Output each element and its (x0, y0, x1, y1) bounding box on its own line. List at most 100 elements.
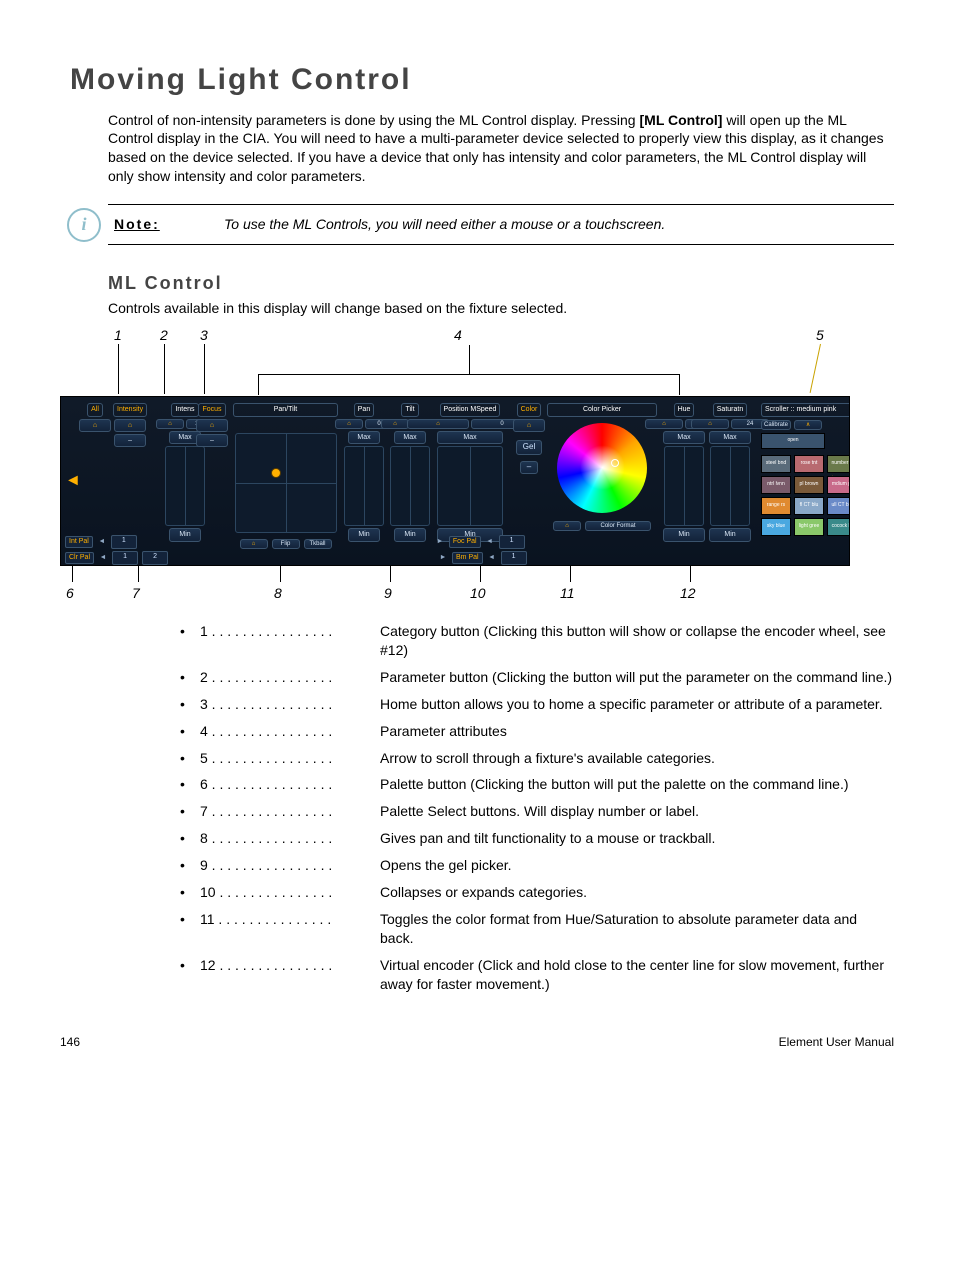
pal-nav-left[interactable]: ◄ (487, 553, 497, 562)
figure: 1 2 3 4 5 ◄ ► All ⌂ Intensity ⌂ – Intens… (60, 326, 894, 602)
max-button[interactable]: Max (394, 431, 426, 444)
collapse-button[interactable]: – (114, 434, 146, 447)
max-button[interactable]: Max (348, 431, 380, 444)
color-format-button[interactable]: Color Format (585, 521, 651, 531)
intens-header[interactable]: Intens (171, 403, 198, 416)
palette-slot[interactable]: 1 (111, 535, 137, 549)
legend-num: 7 . . . . . . . . . . . . . . . . (200, 802, 380, 821)
colorpicker-header[interactable]: Color Picker (547, 403, 657, 416)
foc-pal-button[interactable]: Foc Pal (449, 536, 481, 547)
callout-11: 11 (560, 584, 575, 603)
xy-pad[interactable] (235, 433, 337, 533)
swatch[interactable]: number g (827, 455, 850, 473)
home-button[interactable]: ⌂ (335, 419, 363, 429)
virtual-encoder[interactable] (390, 446, 430, 526)
swatch-open[interactable]: open (761, 433, 825, 449)
swatch[interactable]: ntrl lvnn (761, 476, 791, 494)
category-all[interactable]: All ⌂ (79, 403, 111, 432)
callout-3: 3 (200, 326, 208, 345)
virtual-encoder[interactable] (437, 446, 503, 526)
bm-pal-button[interactable]: Bm Pal (452, 552, 483, 563)
all-header[interactable]: All (87, 403, 103, 416)
intro-1: Control of non-intensity parameters is d… (108, 112, 640, 128)
home-button[interactable]: ⌂ (645, 419, 683, 429)
gel-button[interactable]: Gel (516, 440, 542, 455)
home-button[interactable]: ⌂ (691, 419, 729, 429)
min-button[interactable]: Min (709, 528, 751, 541)
palette-slot[interactable]: 2 (142, 551, 168, 565)
hue-header[interactable]: Hue (674, 403, 695, 416)
palette-slot[interactable]: 1 (112, 551, 138, 565)
scroll-left-arrow[interactable]: ◄ (65, 470, 81, 492)
callout-5: 5 (816, 326, 824, 345)
swatch[interactable]: rose tnt (794, 455, 824, 473)
swatch[interactable]: steel bnd (761, 455, 791, 473)
virtual-encoder[interactable] (344, 446, 384, 526)
home-button[interactable]: ⌂ (553, 521, 581, 531)
calibrate-button[interactable]: Calibrate (761, 420, 791, 430)
swatch[interactable]: ull CT blu (827, 497, 850, 515)
legend-num: 1 . . . . . . . . . . . . . . . . (200, 622, 380, 641)
home-button[interactable]: ⌂ (114, 419, 146, 432)
home-button[interactable]: ⌂ (407, 419, 469, 429)
ml-control-key: [ML Control] (640, 112, 723, 128)
collapse-button[interactable]: – (196, 434, 228, 447)
sub-title: ML Control (108, 271, 894, 295)
scroller-header[interactable]: Scroller :: medium pink (761, 403, 850, 416)
home-button[interactable]: ⌂ (156, 419, 184, 429)
legend-desc: Category button (Clicking this button wi… (380, 622, 894, 660)
max-button[interactable]: Max (709, 431, 751, 444)
palette-slot[interactable]: 1 (501, 551, 527, 565)
pantilt-header[interactable]: Pan/Tilt (233, 403, 338, 416)
pal-nav-left[interactable]: ◄ (98, 553, 108, 562)
color-wheel[interactable] (557, 423, 647, 513)
home-button[interactable]: ⌂ (79, 419, 111, 432)
pal-nav-left[interactable]: ◄ (97, 537, 107, 546)
min-button[interactable]: Min (663, 528, 705, 541)
pal-nav-right[interactable]: ► (435, 537, 445, 546)
sat-header[interactable]: Saturatn (713, 403, 747, 416)
callout-12: 12 (680, 584, 696, 603)
swatch[interactable]: mdium pi (827, 476, 850, 494)
virtual-encoder[interactable] (165, 446, 205, 526)
category-focus[interactable]: Focus ⌂ – (196, 403, 228, 447)
palette-slot[interactable]: 1 (499, 535, 525, 549)
pan-header[interactable]: Pan (354, 403, 374, 416)
int-pal-button[interactable]: Int Pal (65, 536, 93, 547)
virtual-encoder[interactable] (710, 446, 750, 526)
focus-header[interactable]: Focus (198, 403, 225, 416)
home-button[interactable]: ⌂ (196, 419, 228, 432)
tilt-header[interactable]: Tilt (401, 403, 418, 416)
max-button[interactable]: Max (437, 431, 503, 444)
info-icon: i (67, 208, 101, 242)
home-button[interactable]: ⌂ (513, 419, 545, 432)
swatch[interactable]: range rs (761, 497, 791, 515)
list-item: •7 . . . . . . . . . . . . . . . .Palett… (180, 802, 894, 821)
category-intensity[interactable]: Intensity ⌂ – (113, 403, 147, 447)
callout-10: 10 (470, 584, 486, 603)
ml-control-screenshot: ◄ ► All ⌂ Intensity ⌂ – Intens ⌂100 Max … (60, 396, 850, 566)
legend-desc: Palette button (Clicking the button will… (380, 775, 894, 794)
category-color[interactable]: Color ⌂ Gel – (513, 403, 545, 473)
swatch[interactable]: sky blue (761, 518, 791, 536)
doc-name: Element User Manual (779, 1034, 894, 1050)
swatch[interactable]: cocock bl (827, 518, 850, 536)
collapse-button[interactable]: – (520, 461, 538, 474)
swatch[interactable]: fl CT blu (794, 497, 824, 515)
swatch[interactable]: pl brown (794, 476, 824, 494)
legend-num: 12 . . . . . . . . . . . . . . . (200, 956, 380, 975)
pal-nav-right[interactable]: ► (438, 553, 448, 562)
home-button[interactable]: ⌂ (381, 419, 409, 429)
virtual-encoder[interactable] (664, 446, 704, 526)
posm-header[interactable]: Position MSpeed (440, 403, 501, 416)
color-header[interactable]: Color (517, 403, 542, 416)
clr-pal-button[interactable]: Clr Pal (65, 552, 94, 563)
callout-7: 7 (132, 584, 140, 603)
intensity-header[interactable]: Intensity (113, 403, 147, 416)
pal-nav-left[interactable]: ◄ (485, 537, 495, 546)
list-item: •1 . . . . . . . . . . . . . . . .Catego… (180, 622, 894, 660)
scroll-up[interactable]: ∧ (794, 420, 822, 430)
note-text: To use the ML Controls, you will need ei… (224, 215, 894, 234)
swatch[interactable]: light gree (794, 518, 824, 536)
max-button[interactable]: Max (663, 431, 705, 444)
